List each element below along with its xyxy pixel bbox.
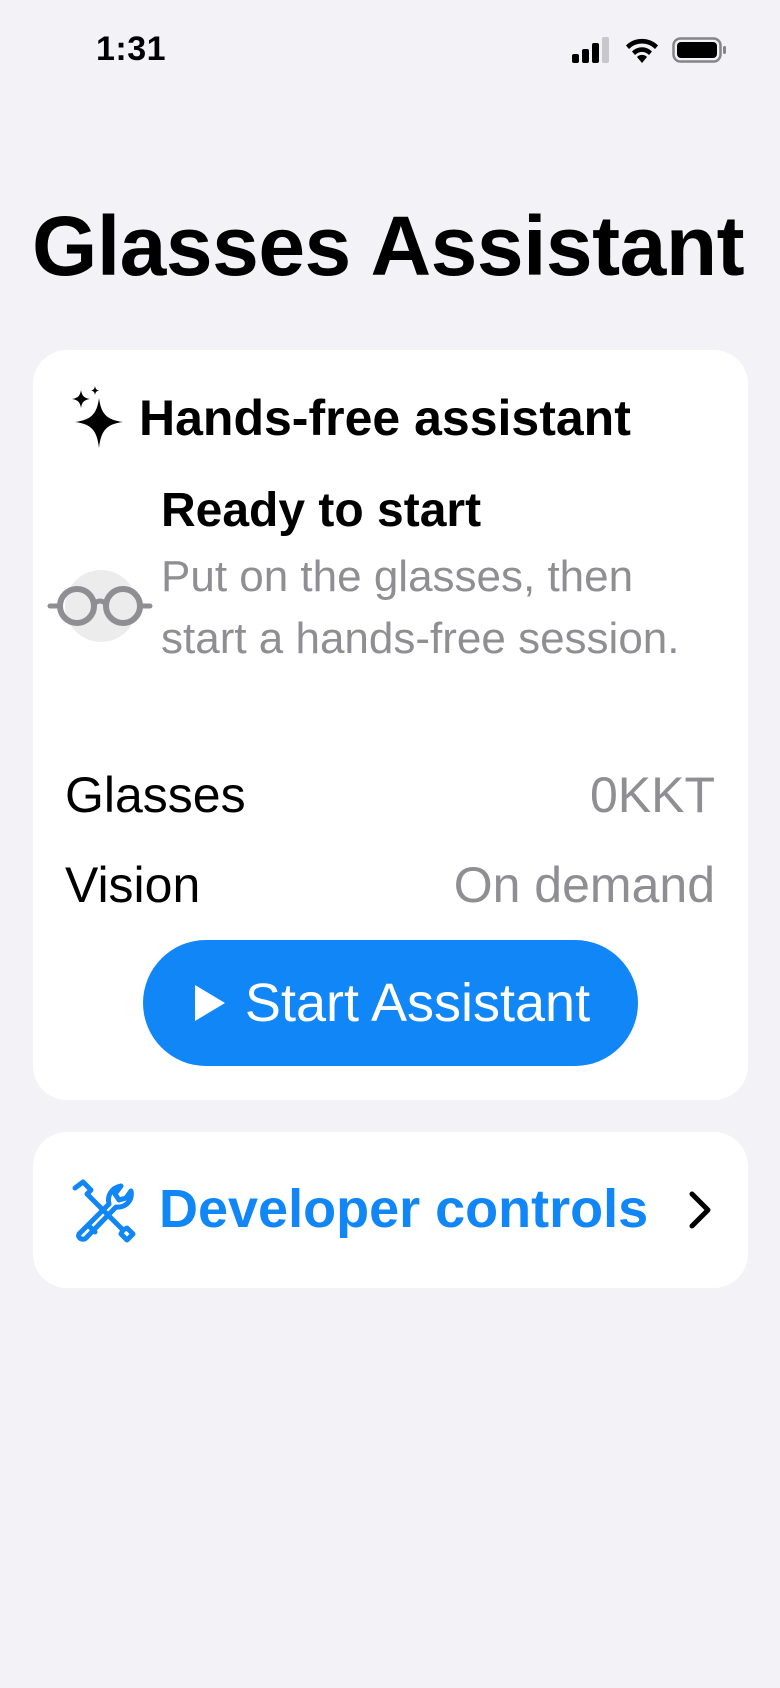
- developer-controls-row[interactable]: Developer controls: [33, 1132, 748, 1288]
- page-title: Glasses Assistant: [32, 199, 745, 293]
- status-section: Ready to start Put on the glasses, then …: [47, 482, 727, 722]
- info-row-glasses: Glasses 0KKT: [65, 770, 715, 820]
- chevron-right-icon: [689, 1191, 711, 1229]
- wifi-icon: [626, 38, 658, 63]
- cellular-signal-icon: [572, 37, 609, 63]
- start-assistant-label: Start Assistant: [244, 973, 591, 1033]
- info-row-vision: Vision On demand: [65, 860, 715, 910]
- tools-icon: [72, 1179, 136, 1243]
- card-header-title: Hands-free assistant: [139, 390, 631, 446]
- sparkles-icon: [72, 386, 123, 448]
- card-header: Hands-free assistant: [67, 386, 631, 450]
- status-description: Put on the glasses, then start a hands-f…: [161, 552, 680, 663]
- info-row-label: Glasses: [65, 767, 246, 823]
- status-icons: [572, 36, 728, 64]
- info-row-label: Vision: [65, 857, 201, 913]
- assistant-card: Hands-free assistant Ready to start Put …: [33, 350, 748, 1100]
- status-bar: 1:31: [0, 0, 780, 110]
- status-title: Ready to start: [161, 484, 482, 537]
- info-row-value: 0KKT: [589, 767, 715, 823]
- developer-controls-label: Developer controls: [159, 1179, 649, 1239]
- info-row-value: On demand: [453, 857, 715, 913]
- status-time: 1:31: [96, 30, 167, 68]
- start-assistant-button[interactable]: Start Assistant: [143, 940, 638, 1066]
- play-icon: [194, 985, 225, 1021]
- glasses-icon: [47, 586, 153, 626]
- battery-icon: [672, 37, 726, 63]
